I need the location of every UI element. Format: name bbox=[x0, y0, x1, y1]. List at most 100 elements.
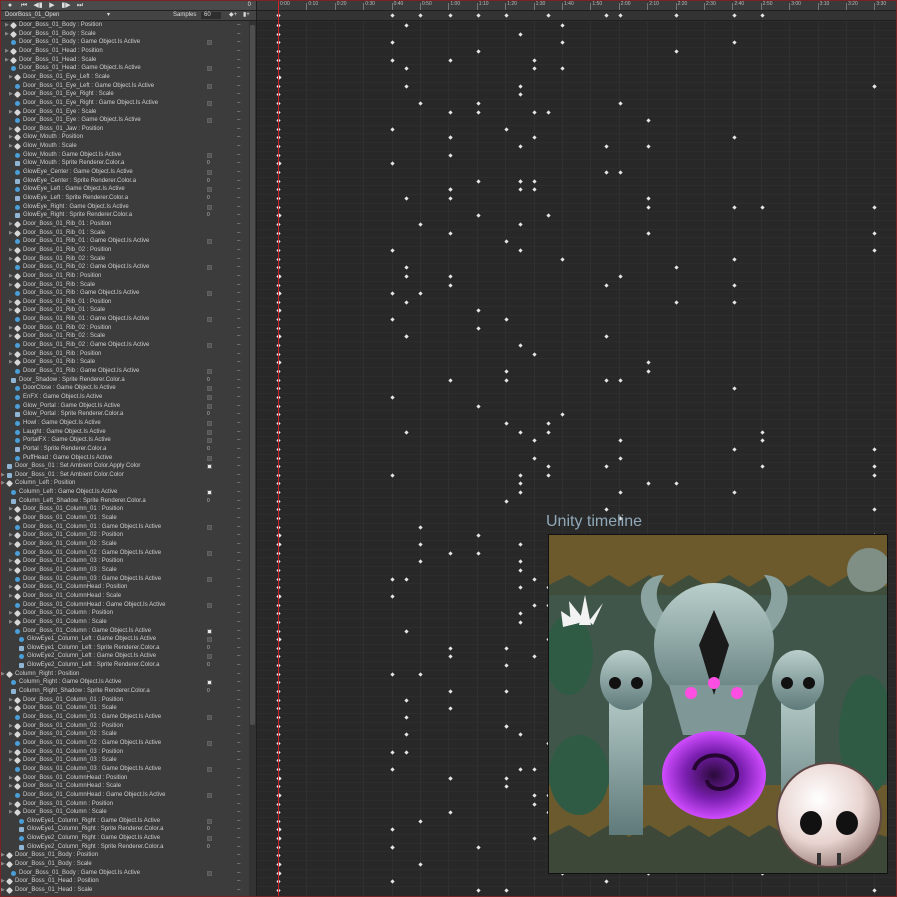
property-checkbox[interactable] bbox=[207, 766, 212, 772]
keyframe[interactable] bbox=[518, 32, 523, 37]
keyframe[interactable] bbox=[604, 282, 609, 288]
keyframe[interactable] bbox=[448, 57, 453, 63]
keyframe[interactable] bbox=[732, 490, 737, 495]
property-checkbox[interactable] bbox=[207, 100, 212, 106]
property-row[interactable]: GlowEye2_Column_Left : Sprite Renderer.C… bbox=[1, 661, 249, 670]
property-checkbox[interactable] bbox=[207, 317, 212, 323]
keyframe[interactable] bbox=[518, 585, 523, 590]
keyframe[interactable] bbox=[504, 499, 509, 504]
keyframe[interactable] bbox=[518, 732, 523, 737]
property-options-icon[interactable]: – bbox=[237, 471, 240, 480]
keyframe[interactable] bbox=[518, 144, 523, 149]
keyframe[interactable] bbox=[404, 196, 409, 201]
keyframe[interactable] bbox=[872, 248, 877, 253]
property-row[interactable]: ▶ Door_Boss_01_Column_01 : Position – bbox=[1, 505, 249, 514]
property-row[interactable]: ▶ Door_Boss_01_Rib_02 : Scale – bbox=[1, 255, 249, 264]
foldout-arrow-icon[interactable]: ▶ bbox=[5, 21, 9, 30]
keyframe[interactable] bbox=[604, 378, 609, 383]
keyframe[interactable] bbox=[390, 248, 395, 253]
property-row[interactable]: DoorClose : Game Object.Is Active – bbox=[1, 384, 249, 393]
foldout-arrow-icon[interactable]: ▶ bbox=[9, 748, 13, 757]
keyframe[interactable] bbox=[518, 767, 523, 772]
property-options-icon[interactable]: – bbox=[237, 687, 240, 696]
keyframe[interactable] bbox=[390, 576, 395, 582]
keyframe[interactable] bbox=[760, 205, 765, 210]
property-checkbox[interactable] bbox=[207, 420, 212, 426]
foldout-arrow-icon[interactable]: ▶ bbox=[9, 73, 13, 82]
keyframe[interactable] bbox=[546, 421, 551, 426]
keyframe[interactable] bbox=[518, 248, 523, 253]
foldout-arrow-icon[interactable]: ▶ bbox=[9, 730, 13, 739]
add-keyframe-icon[interactable]: ◆+ bbox=[229, 11, 237, 20]
property-checkbox[interactable] bbox=[207, 455, 212, 461]
keyframe[interactable] bbox=[404, 23, 409, 28]
property-options-icon[interactable]: – bbox=[237, 410, 240, 419]
property-value[interactable]: 0 bbox=[207, 843, 210, 852]
keyframe[interactable] bbox=[532, 455, 537, 461]
frame-field[interactable]: 0 bbox=[221, 1, 251, 10]
property-options-icon[interactable]: – bbox=[237, 21, 240, 30]
property-options-icon[interactable]: – bbox=[237, 315, 240, 324]
foldout-arrow-icon[interactable]: ▶ bbox=[9, 246, 13, 255]
property-checkbox[interactable] bbox=[207, 40, 212, 46]
keyframe[interactable] bbox=[760, 429, 765, 435]
property-checkbox[interactable] bbox=[207, 66, 212, 72]
property-options-icon[interactable]: – bbox=[237, 90, 240, 99]
property-row[interactable]: ▶ Door_Boss_01_Rib : Scale – bbox=[1, 358, 249, 367]
keyframe[interactable] bbox=[546, 464, 551, 469]
keyframe[interactable] bbox=[518, 481, 523, 487]
property-checkbox[interactable] bbox=[207, 170, 212, 176]
keyframe[interactable] bbox=[646, 230, 651, 236]
property-row[interactable]: ▶ Door_Boss_01_Body : Scale – bbox=[1, 30, 249, 39]
keyframe[interactable] bbox=[872, 507, 877, 513]
keyframe[interactable] bbox=[872, 473, 877, 478]
property-value[interactable]: 0 bbox=[207, 497, 210, 506]
foldout-arrow-icon[interactable]: ▶ bbox=[9, 350, 13, 359]
foldout-arrow-icon[interactable]: ▶ bbox=[9, 220, 13, 229]
keyframe[interactable] bbox=[390, 13, 395, 18]
property-value[interactable]: 0 bbox=[207, 410, 210, 419]
property-options-icon[interactable]: – bbox=[237, 436, 240, 445]
keyframe[interactable] bbox=[504, 663, 509, 668]
property-row[interactable]: ▶ Door_Boss_01_Head : Scale – bbox=[1, 56, 249, 65]
property-row[interactable]: ▶ Door_Boss_01_Rib_01 : Scale – bbox=[1, 306, 249, 315]
property-options-icon[interactable]: – bbox=[237, 203, 240, 212]
keyframe[interactable] bbox=[448, 689, 453, 694]
property-row[interactable]: Door_Boss_01_Column_02 : Game Object.Is … bbox=[1, 739, 249, 748]
keyframe[interactable] bbox=[518, 611, 523, 616]
record-button[interactable]: ● bbox=[3, 1, 17, 10]
property-options-icon[interactable]: – bbox=[237, 886, 240, 895]
property-row[interactable]: ▶ Door_Boss_01_Rib_01 : Position – bbox=[1, 298, 249, 307]
keyframe[interactable] bbox=[448, 551, 453, 556]
keyframe[interactable] bbox=[646, 369, 651, 374]
keyframe[interactable] bbox=[604, 144, 609, 149]
property-options-icon[interactable]: – bbox=[237, 575, 240, 584]
property-options-icon[interactable]: – bbox=[237, 851, 240, 860]
property-row[interactable]: Door_Boss_01_Body : Game Object.Is Activ… bbox=[1, 38, 249, 47]
property-checkbox[interactable] bbox=[207, 740, 212, 746]
keyframe[interactable] bbox=[604, 879, 609, 884]
property-checkbox[interactable] bbox=[207, 204, 212, 210]
property-checkbox[interactable] bbox=[207, 464, 212, 470]
property-row[interactable]: ▶ Door_Boss_01_Column_02 : Scale – bbox=[1, 730, 249, 739]
property-options-icon[interactable]: – bbox=[237, 704, 240, 713]
property-options-icon[interactable]: – bbox=[237, 324, 240, 333]
keyframe[interactable] bbox=[448, 775, 453, 781]
property-checkbox[interactable] bbox=[207, 524, 212, 530]
keyframe[interactable] bbox=[618, 490, 623, 495]
property-row[interactable]: Door_Boss_01_Eye : Game Object.Is Active… bbox=[1, 116, 249, 125]
summary-keyframe-bar[interactable] bbox=[257, 11, 896, 21]
property-options-icon[interactable]: – bbox=[237, 237, 240, 246]
property-options-icon[interactable]: – bbox=[237, 73, 240, 82]
property-options-icon[interactable]: – bbox=[237, 99, 240, 108]
property-row[interactable]: GlowEye2_Column_Right : Game Object.Is A… bbox=[1, 834, 249, 843]
property-row[interactable]: ▶ Glow_Mouth : Position – bbox=[1, 133, 249, 142]
property-row[interactable]: ▶ Door_Boss_01_Column_01 : Scale – bbox=[1, 704, 249, 713]
property-row[interactable]: Howl : Game Object.Is Active – bbox=[1, 419, 249, 428]
property-options-icon[interactable]: – bbox=[237, 454, 240, 463]
keyframe[interactable] bbox=[404, 66, 409, 71]
keyframe[interactable] bbox=[418, 291, 423, 296]
keyframe[interactable] bbox=[646, 144, 651, 149]
property-options-icon[interactable]: – bbox=[237, 514, 240, 523]
property-row[interactable]: Door_Boss_01_ColumnHead : Game Object.Is… bbox=[1, 791, 249, 800]
